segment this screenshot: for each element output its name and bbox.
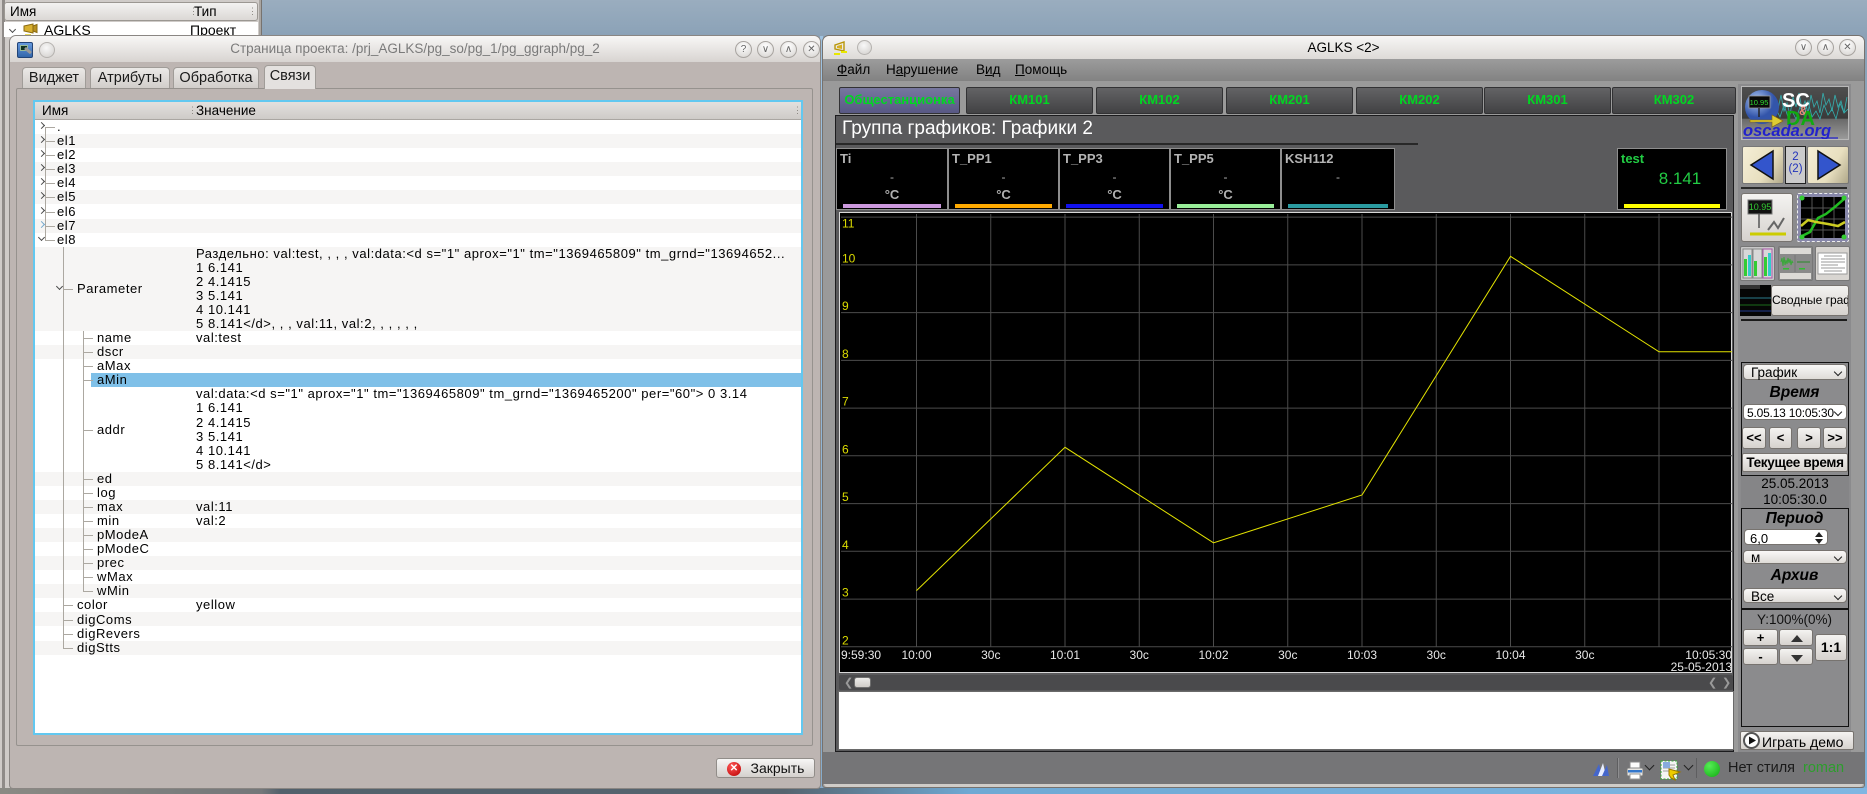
svg-text:10:03: 10:03	[1347, 648, 1377, 662]
svg-text:30с: 30с	[1278, 648, 1297, 662]
svg-text:10.95: 10.95	[1750, 98, 1769, 107]
svg-text:7: 7	[842, 395, 849, 409]
svg-text:10: 10	[842, 251, 856, 265]
svg-text:30с: 30с	[1130, 648, 1149, 662]
svg-text:8: 8	[842, 347, 849, 361]
svg-text:30с: 30с	[981, 648, 1000, 662]
svg-text:9:59:30: 9:59:30	[841, 648, 881, 662]
svg-text:9: 9	[842, 299, 849, 313]
svg-text:10:02: 10:02	[1198, 648, 1228, 662]
svg-text:10:00: 10:00	[901, 648, 931, 662]
svg-text:6: 6	[842, 442, 849, 456]
svg-text:5: 5	[842, 490, 849, 504]
svg-text:10.95: 10.95	[1749, 202, 1772, 212]
svg-text:2: 2	[842, 633, 849, 647]
svg-text:30с: 30с	[1575, 648, 1594, 662]
svg-text:4: 4	[842, 538, 849, 552]
svg-text:10:04: 10:04	[1495, 648, 1525, 662]
svg-text:25-05-2013: 25-05-2013	[1671, 660, 1733, 674]
svg-text:11: 11	[842, 217, 855, 231]
svg-text:30с: 30с	[1427, 648, 1446, 662]
svg-text:3: 3	[842, 586, 849, 600]
svg-text:oscada.org: oscada.org	[1743, 122, 1831, 139]
svg-text:10:01: 10:01	[1050, 648, 1080, 662]
